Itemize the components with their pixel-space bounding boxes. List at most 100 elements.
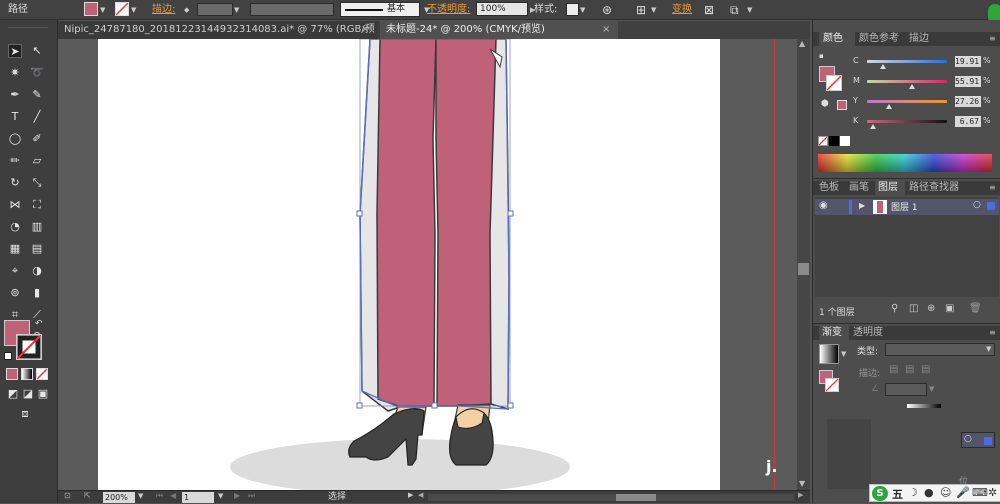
vertical-scrollbar[interactable]: ▲ ▼	[797, 39, 810, 490]
white-swatch[interactable]	[840, 136, 850, 146]
black-slider-track[interactable]	[867, 120, 947, 123]
scroll-right-icon[interactable]: ▶	[798, 491, 803, 499]
gradient-slider[interactable]	[907, 404, 941, 408]
target-circle-icon[interactable]: ○	[964, 434, 972, 444]
scroll-up-icon[interactable]: ▲	[799, 39, 805, 48]
yellow-slider-track[interactable]	[867, 100, 947, 103]
gradient-angle-field[interactable]	[885, 383, 927, 396]
layer-row[interactable]: ◉ ▶ 图层 1 ○	[815, 199, 999, 215]
artboard-dropdown-icon[interactable]: ▼	[218, 492, 223, 500]
recolor-artwork-icon[interactable]: ⊛	[602, 0, 612, 20]
cyan-slider-thumb[interactable]	[880, 64, 886, 69]
stroke-swatch[interactable]	[115, 2, 129, 16]
stroke-gradient-along-icon[interactable]: ▤	[905, 364, 914, 375]
rotate-tool-icon[interactable]: ↻	[8, 176, 22, 190]
direct-selection-tool-icon[interactable]: ↖	[30, 44, 44, 58]
stroke-gradient-within-icon[interactable]: ▤	[889, 364, 898, 375]
screen-mode-icon[interactable]: ⧈	[16, 407, 34, 421]
visibility-eye-icon[interactable]: ◉	[819, 200, 828, 211]
panel-menu-icon[interactable]: ≡	[989, 183, 996, 192]
type-tool-icon[interactable]: T	[8, 110, 22, 124]
transform-dropdown-icon[interactable]: ▼	[747, 4, 752, 16]
curvature-tool-icon[interactable]: ✎	[30, 88, 44, 102]
paintbrush-tool-icon[interactable]: ✐	[30, 132, 44, 146]
locate-object-icon[interactable]: ⚲	[891, 303, 898, 314]
eraser-tool-icon[interactable]: ▱	[30, 154, 44, 168]
last-artboard-icon[interactable]: ⏭	[248, 491, 255, 501]
ime-logo-icon[interactable]: S	[872, 486, 888, 501]
horizontal-scrollbar[interactable]	[428, 494, 794, 501]
next-artboard-icon[interactable]: ▶	[234, 491, 240, 500]
magenta-slider-track[interactable]	[867, 80, 947, 83]
mesh-tool-icon[interactable]: ▦	[8, 242, 22, 256]
angle-dropdown-icon[interactable]: ▼	[929, 385, 934, 393]
magenta-slider-thumb[interactable]	[908, 84, 915, 89]
color-mode-button[interactable]	[6, 368, 18, 380]
status-menu-icon[interactable]: ▶	[408, 491, 413, 499]
create-sublayer-icon[interactable]: ⊕	[927, 303, 935, 314]
panel-menu-icon[interactable]: ≡	[989, 34, 996, 43]
layer-row-overlay[interactable]: ○	[961, 432, 995, 448]
shape-builder-tool-icon[interactable]: ◔	[8, 220, 22, 234]
scroll-down-icon[interactable]: ▼	[799, 479, 805, 488]
stroke-stepper-icon[interactable]: ◆	[184, 4, 189, 16]
width-tool-icon[interactable]: ⋈	[8, 198, 22, 212]
black-slider-thumb[interactable]	[869, 124, 876, 129]
symbol-sprayer-tool-icon[interactable]: ⊚	[8, 286, 22, 300]
artboard-nav-icon[interactable]: ⊡	[64, 491, 71, 500]
free-transform-tool-icon[interactable]: ⛶	[30, 198, 44, 212]
stroke-weight-dropdown-icon[interactable]: ▼	[234, 4, 239, 16]
color-spectrum[interactable]	[818, 154, 992, 172]
tab-gradient[interactable]: 渐变	[819, 326, 849, 340]
horizontal-scroll-thumb[interactable]	[616, 494, 656, 501]
panel-options-icon[interactable]: ▪	[819, 52, 824, 60]
first-artboard-icon[interactable]: ⏮	[156, 491, 163, 501]
ime-mode-label[interactable]: 五	[892, 486, 903, 502]
brush-definition-dropdown[interactable]: 基本	[340, 2, 420, 17]
stroke-color-box[interactable]	[16, 334, 42, 360]
pencil-tool-icon[interactable]: ✏	[8, 154, 22, 168]
vertical-scroll-thumb[interactable]	[798, 263, 809, 275]
gradient-mode-button[interactable]	[21, 368, 33, 380]
gradient-stroke-box[interactable]	[825, 378, 839, 392]
share-icon[interactable]: ⇱	[84, 491, 91, 500]
close-tab-icon[interactable]: ×	[361, 21, 369, 39]
ime-fullwidth-icon[interactable]: ●	[924, 486, 934, 499]
draw-normal-icon[interactable]: ◩	[6, 387, 20, 401]
swap-fill-stroke-icon[interactable]: ↶	[35, 319, 43, 329]
ime-punctuation-icon[interactable]: ☽	[908, 486, 918, 499]
lasso-tool-icon[interactable]: ➰	[30, 66, 44, 80]
ime-emoji-icon[interactable]: ☺	[940, 486, 951, 499]
artboard[interactable]	[98, 38, 720, 495]
tools-panel-grip[interactable]	[8, 22, 48, 28]
none-swatch[interactable]	[818, 136, 828, 146]
zoom-field[interactable]: 200%	[103, 492, 135, 503]
tab-color-guide[interactable]: 颜色参考	[855, 32, 905, 46]
artboard-number-field[interactable]: 1	[182, 492, 214, 503]
panel-menu-icon[interactable]: ≡	[989, 328, 996, 337]
yellow-value-field[interactable]: 27.26	[955, 96, 981, 107]
isolate-group-icon[interactable]: ⊠	[704, 0, 714, 20]
blend-tool-icon[interactable]: ◑	[30, 264, 44, 278]
gradient-type-dropdown[interactable]: ▼	[885, 343, 995, 356]
gradient-preview-dropdown-icon[interactable]: ▼	[841, 350, 846, 358]
magenta-value-field[interactable]: 55.91	[955, 76, 981, 87]
tab-stroke[interactable]: 描边	[905, 32, 939, 46]
tab-pathfinder[interactable]: 路径查找器	[907, 181, 969, 195]
yellow-slider-thumb[interactable]	[885, 104, 892, 109]
cyan-slider-track[interactable]	[867, 60, 947, 63]
make-clipping-mask-icon[interactable]: ◫	[909, 303, 918, 314]
close-tab-icon[interactable]: ×	[602, 21, 610, 39]
selection-tool-icon[interactable]: ➤	[8, 44, 22, 58]
eyedropper-tool-icon[interactable]: ⌖	[8, 264, 22, 278]
tab-transparency[interactable]: 透明度	[851, 326, 891, 340]
stroke-gradient-across-icon[interactable]: ▤	[921, 364, 930, 375]
gamut-color-swatch[interactable]	[837, 100, 847, 110]
color-panel-stroke-box[interactable]	[826, 75, 842, 91]
layer-name[interactable]: 图层 1	[891, 200, 918, 213]
transform-options-icon[interactable]: ⧉	[730, 0, 739, 20]
cyan-value-field[interactable]: 19.91	[955, 56, 981, 67]
ellipse-tool-icon[interactable]: ◯	[8, 132, 22, 146]
stroke-weight-link[interactable]: 描边:	[152, 0, 175, 20]
document-tab-nipic[interactable]: Nipic_24787180_20181223144932314083.ai* …	[58, 21, 378, 53]
